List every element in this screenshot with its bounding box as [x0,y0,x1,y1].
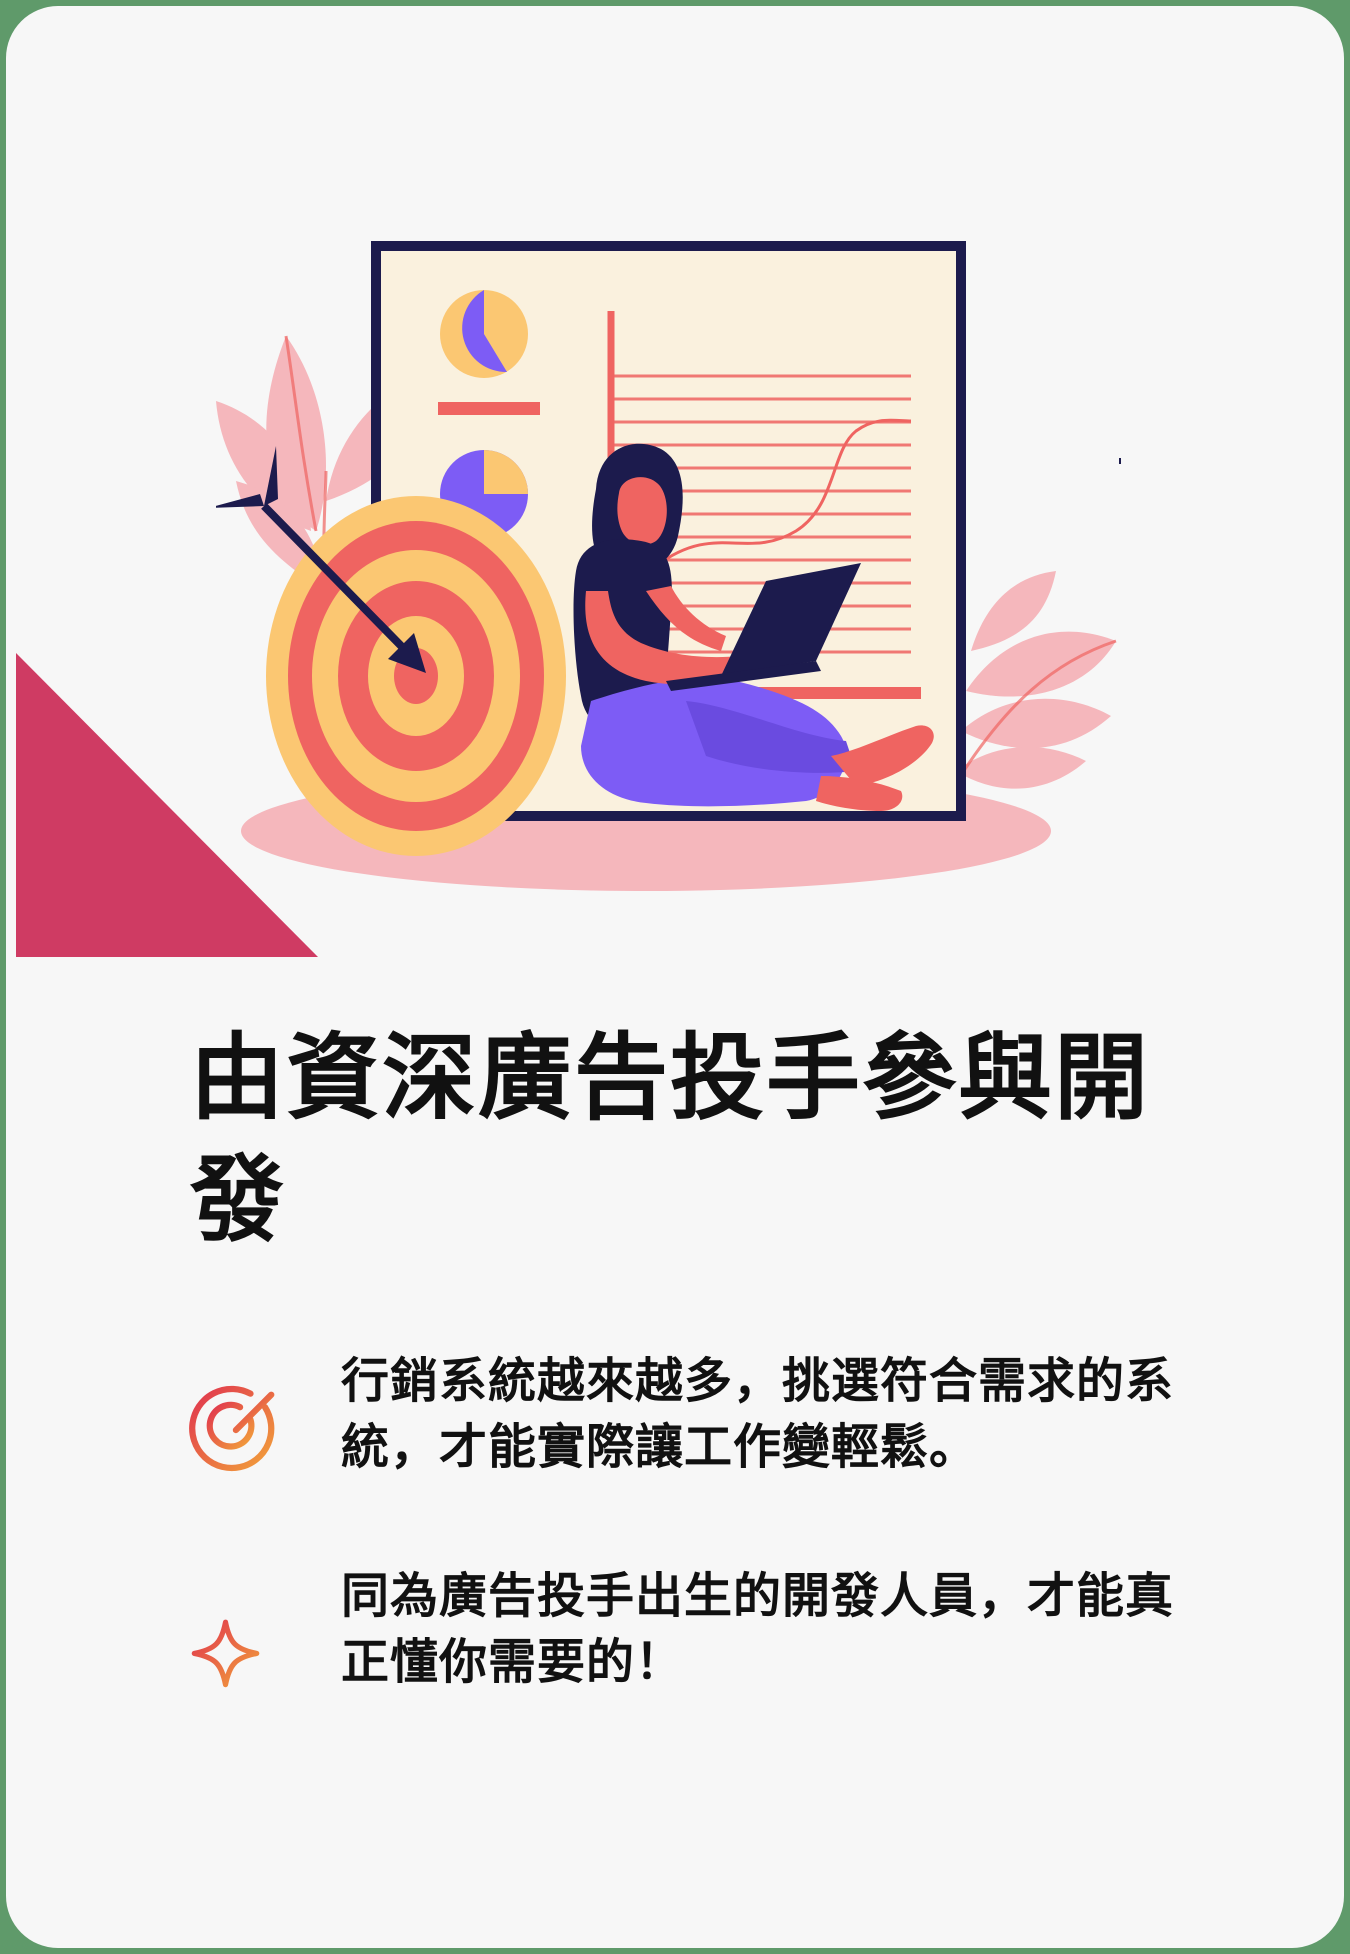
pie-chart-icon [440,290,528,378]
sparkle-icon [191,1600,285,1688]
page-title: 由資深廣告投手參與開發 [190,1024,1151,1255]
hero-illustration [216,241,1121,891]
feature-item: 行銷系統越來越多，挑選符合需求的系統，才能實際讓工作變輕鬆。 [186,1348,1186,1488]
target-icon [189,1385,275,1472]
feature-item: 同為廣告投手出生的開發人員，才能真正懂你需要的！ [186,1563,1186,1703]
feature-description: 行銷系統越來越多，挑選符合需求的系統，才能實際讓工作變輕鬆。 [341,1353,1175,1475]
feature-description: 同為廣告投手出生的開發人員，才能真正懂你需要的！ [341,1568,1175,1690]
leaves-right-illustration [956,571,1116,789]
feature-card: 由資深廣告投手參與開發 行銷系統越來越多，挑選符合需求的系統，才能實際讓工作變輕… [6,6,1344,1948]
